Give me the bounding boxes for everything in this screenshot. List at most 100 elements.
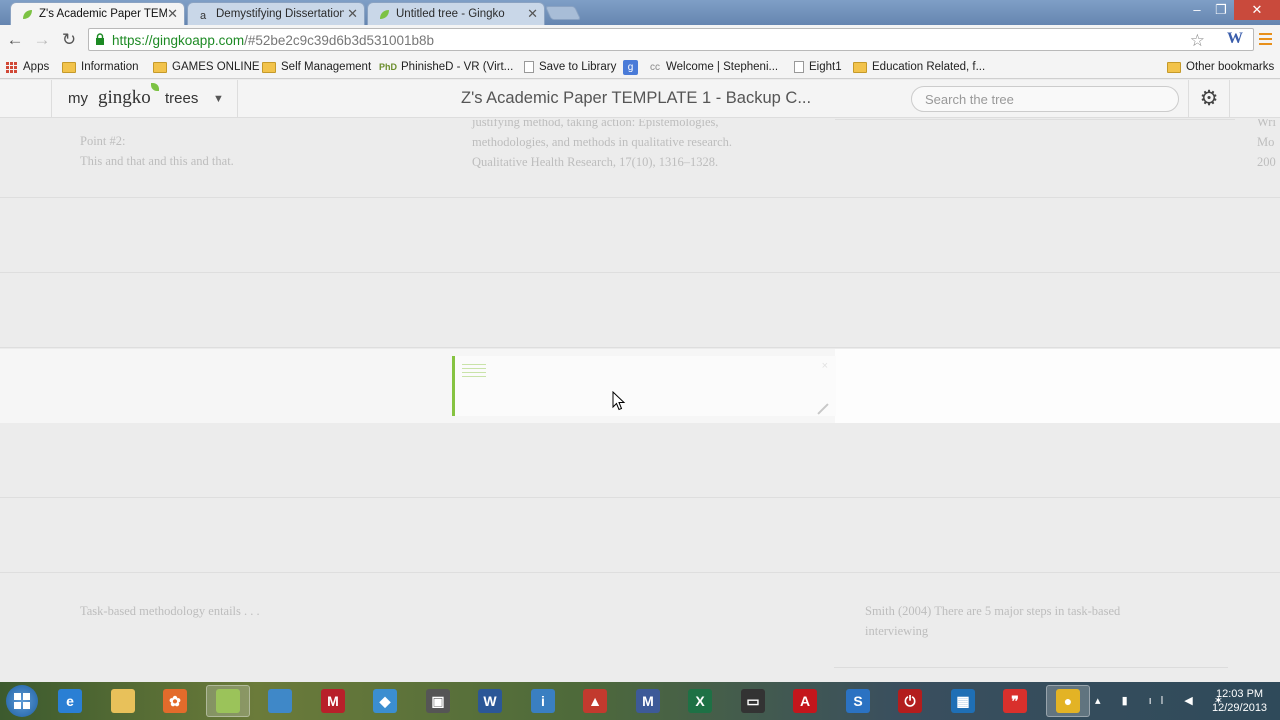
window-app-icon bbox=[268, 689, 292, 713]
extension-w-icon[interactable]: W bbox=[1227, 30, 1243, 48]
taskbar-map-app-button[interactable]: ◆ bbox=[363, 685, 407, 717]
my-gingko-trees-menu[interactable]: my gingko trees ▼ bbox=[51, 80, 238, 118]
taskbar-window-app-button[interactable] bbox=[258, 685, 302, 717]
taskbar-power-app-button[interactable]: ⏻ bbox=[888, 685, 932, 717]
bookmark-games-online[interactable]: GAMES ONLINE bbox=[153, 59, 260, 75]
card-right-partial[interactable]: Wri Mo 200 bbox=[1257, 119, 1276, 172]
drag-handle-icon[interactable] bbox=[462, 364, 486, 380]
bookmark-other-bookmarks[interactable]: Other bookmarks bbox=[1167, 59, 1274, 75]
card-divider bbox=[834, 667, 1228, 668]
taskbar-acrobat-button[interactable]: A bbox=[783, 685, 827, 717]
card-task-based[interactable]: Task-based methodology entails . . . bbox=[80, 601, 260, 621]
taskbar-flower-app-button[interactable]: ✿ bbox=[153, 685, 197, 717]
clock-time: 12:03 PM bbox=[1215, 688, 1264, 700]
taskbar-internet-explorer-button[interactable]: e bbox=[48, 685, 92, 717]
close-window-button[interactable]: ✕ bbox=[1234, 0, 1280, 20]
bookmark-save-to-library[interactable]: Save to Library bbox=[524, 59, 616, 75]
bookmark-information[interactable]: Information bbox=[62, 59, 139, 75]
windows-taskbar: e ✿ M ◆ ▣ Wi ▲ M X ▭ A S ⏻ ▦ ❞ ● ▴ ▮ ıl ◀ ✶ 12:03 PM 12… bbox=[0, 682, 1280, 720]
active-card-editor[interactable]: × bbox=[452, 356, 836, 416]
bookmark-eight1[interactable]: Eight1 bbox=[794, 59, 842, 75]
bookmark-phinished[interactable]: PhD PhinisheD - VR (Virt... bbox=[379, 59, 513, 75]
bookmark-label: Save to Library bbox=[539, 61, 617, 73]
reload-button[interactable]: ↻ bbox=[59, 30, 79, 50]
lock-icon bbox=[96, 33, 104, 45]
taskbar-remote-app-button[interactable]: ▦ bbox=[941, 685, 985, 717]
taskbar-word-button[interactable]: W bbox=[468, 685, 512, 717]
gingko-header: my gingko trees ▼ Z's Academic Paper TEM… bbox=[0, 80, 1280, 118]
pencil-icon[interactable] bbox=[817, 403, 829, 415]
page-icon bbox=[524, 61, 534, 73]
taskbar-tips-app-button[interactable]: i bbox=[521, 685, 565, 717]
card-line: 200 bbox=[1257, 155, 1276, 169]
row-divider bbox=[0, 197, 1280, 198]
taskbar-mathtype-button[interactable]: M bbox=[626, 685, 670, 717]
chrome-icon: ● bbox=[1056, 689, 1080, 713]
card-reference[interactable]: justifying method, taking action: Episte… bbox=[472, 119, 732, 172]
bookmark-self-management[interactable]: Self Management bbox=[262, 59, 371, 75]
folder-icon bbox=[1167, 61, 1181, 73]
close-icon[interactable]: × bbox=[822, 360, 828, 372]
tab-demystifying-dissertation[interactable]: a Demystifying Dissertation ✕ bbox=[187, 2, 365, 25]
tab-close-icon[interactable]: ✕ bbox=[347, 6, 358, 22]
bookmark-label: Apps bbox=[23, 61, 50, 73]
bookmark-education-related[interactable]: Education Related, f... bbox=[853, 59, 985, 75]
new-tab-button[interactable] bbox=[544, 6, 582, 20]
address-bar[interactable]: https://gingkoapp.com/#52be2c9c39d6b3d53… bbox=[88, 28, 1254, 51]
brand-my: my bbox=[68, 90, 88, 107]
clock[interactable]: 12:03 PM 12/29/2013 bbox=[1212, 687, 1267, 715]
remote-app-icon: ▦ bbox=[951, 689, 975, 713]
tab-zs-academic-paper[interactable]: Z's Academic Paper TEMP ✕ bbox=[10, 2, 185, 25]
bookmark-welcome-stepheni[interactable]: cc Welcome | Stepheni... bbox=[650, 59, 778, 75]
back-button[interactable]: ← bbox=[5, 30, 25, 50]
url-text: https://gingkoapp.com/#52be2c9c39d6b3d53… bbox=[112, 33, 434, 48]
bookmark-label: Other bookmarks bbox=[1186, 61, 1275, 73]
bookmark-apps[interactable]: Apps bbox=[6, 59, 49, 75]
gear-icon[interactable]: ⚙ bbox=[1188, 80, 1230, 118]
taskbar-terminal-app-button[interactable]: ▭ bbox=[731, 685, 775, 717]
gingko-leaf-icon bbox=[23, 10, 32, 19]
card-point-2[interactable]: Point #2: This and that and this and tha… bbox=[80, 131, 234, 171]
taskbar-excel-button[interactable]: X bbox=[678, 685, 722, 717]
active-row-right bbox=[835, 349, 1280, 423]
word-icon: W bbox=[478, 689, 502, 713]
bookmark-google-plus[interactable]: g bbox=[623, 59, 638, 75]
tab-untitled-tree[interactable]: Untitled tree - Gingko ✕ bbox=[367, 2, 545, 25]
bookmark-label: Self Management bbox=[281, 61, 372, 73]
card-smith-2004[interactable]: Smith (2004) There are 5 major steps in … bbox=[865, 601, 1120, 641]
search-tree-input[interactable] bbox=[911, 86, 1179, 112]
taskbar-mendeley-button[interactable]: M bbox=[311, 685, 355, 717]
taskbar-gingko-notes-button[interactable] bbox=[206, 685, 250, 717]
card-line: methodologies, and methods in qualitativ… bbox=[472, 135, 732, 149]
taskbar-file-explorer-button[interactable] bbox=[101, 685, 145, 717]
tab-close-icon[interactable]: ✕ bbox=[167, 6, 178, 22]
taskbar-outlook-app-button[interactable]: S bbox=[836, 685, 880, 717]
mouse-cursor-icon bbox=[612, 391, 626, 411]
phd-icon: PhD bbox=[379, 62, 397, 72]
taskbar-red-app-button[interactable]: ▲ bbox=[573, 685, 617, 717]
taskbar-quote-app-button[interactable]: ❞ bbox=[993, 685, 1037, 717]
bookmark-star-icon[interactable]: ☆ bbox=[1190, 31, 1205, 51]
folder-icon bbox=[62, 61, 76, 73]
tree-title[interactable]: Z's Academic Paper TEMPLATE 1 - Backup C… bbox=[461, 89, 811, 108]
gingko-notes-icon bbox=[216, 689, 240, 713]
forward-button[interactable]: → bbox=[32, 30, 52, 50]
restore-button[interactable]: ❐ bbox=[1208, 0, 1234, 20]
chrome-menu-icon[interactable] bbox=[1259, 33, 1272, 48]
minimize-button[interactable]: – bbox=[1184, 0, 1210, 20]
bookmarks-bar: Apps Information GAMES ONLINE Self Manag… bbox=[0, 55, 1280, 79]
tab-strip: Z's Academic Paper TEMP ✕ a Demystifying… bbox=[0, 0, 1280, 25]
row-divider bbox=[0, 347, 1280, 348]
card-line: This and that and this and that. bbox=[80, 154, 234, 168]
card-line: justifying method, taking action: Episte… bbox=[472, 119, 719, 129]
tab-title: Z's Academic Paper TEMP bbox=[39, 8, 167, 20]
url-path: /#52be2c9c39d6b3d531001b8b bbox=[244, 33, 435, 48]
start-button[interactable] bbox=[6, 685, 38, 717]
browser-toolbar: ← → ↻ https://gingkoapp.com/#52be2c9c39d… bbox=[0, 25, 1280, 55]
tab-title: Untitled tree - Gingko bbox=[396, 8, 505, 20]
taskbar-chrome-button[interactable]: ● bbox=[1046, 685, 1090, 717]
taskbar-camera-app-button[interactable]: ▣ bbox=[416, 685, 460, 717]
tab-close-icon[interactable]: ✕ bbox=[527, 6, 538, 22]
acrobat-icon: A bbox=[793, 689, 817, 713]
url-host: https://gingkoapp.com bbox=[112, 33, 245, 48]
